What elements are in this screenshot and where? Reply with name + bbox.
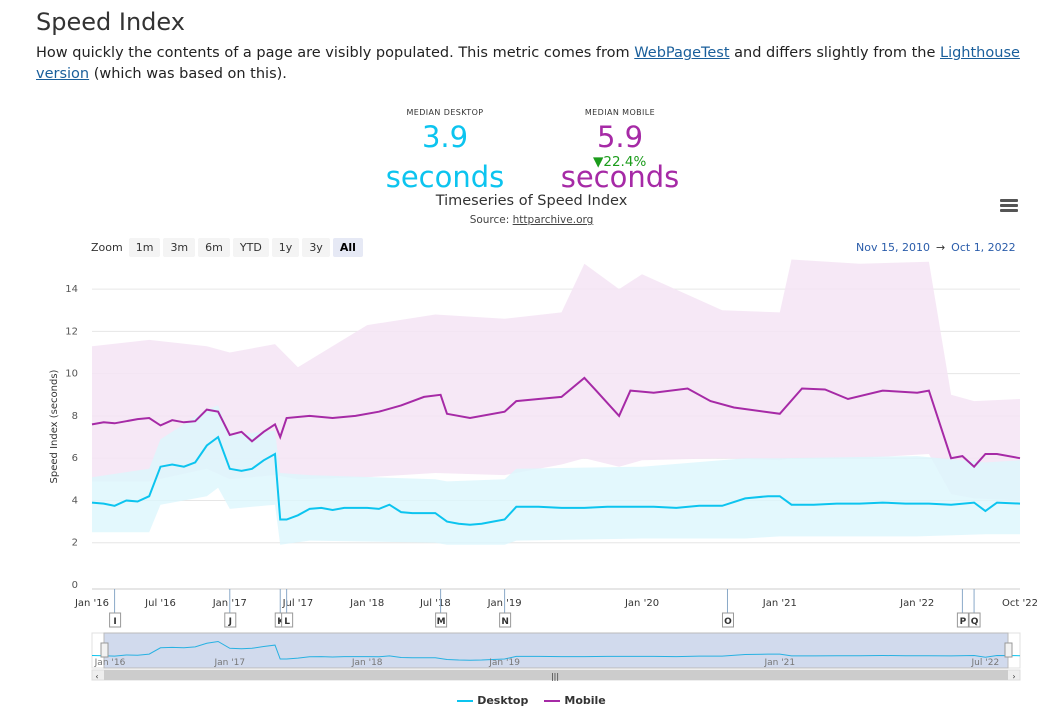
x-tick-label: Jan '22 [899,598,934,609]
x-tick-label: Jul '18 [419,598,451,609]
y-tick-label: 4 [72,495,78,506]
y-tick-label: 6 [72,453,78,464]
legend-item-mobile[interactable]: Mobile [544,694,606,707]
flag-label: I [113,617,116,627]
flag-label: O [724,617,732,627]
flag-label: J [228,617,232,627]
speed-index-chart: 0 2 4 6 8 10 12 14 Speed Index (seconds) Jan '16 J… [49,259,1038,681]
x-tick-label: Jan '21 [762,598,797,609]
y-tick-label: 12 [65,326,78,337]
flag-label: Q [971,617,979,627]
y-tick-label: 0 [72,580,78,591]
navigator-label: Jan '19 [488,658,520,668]
flag-label: P [960,617,967,627]
y-tick-label: 10 [65,369,78,380]
legend-label-mobile: Mobile [564,694,606,707]
x-tick-label: Jan '20 [624,598,659,609]
y-tick-label: 8 [72,411,78,422]
navigator-label: Jan '18 [351,658,383,668]
navigator-handle[interactable] [100,642,109,658]
scroll-right-icon: › [1012,672,1015,681]
y-tick-label: 14 [65,284,78,295]
flag-label: N [501,617,509,627]
legend-swatch-desktop [457,699,474,702]
x-tick-label: Jul '16 [144,598,176,609]
navigator-handle[interactable] [1004,642,1013,658]
scrollbar-grip-icon: ||| [551,672,559,681]
x-tick-label: Jan '18 [349,598,384,609]
y-tick-label: 2 [72,538,78,549]
x-tick-label: Oct '22 [1002,598,1038,609]
navigator-label: Jan '21 [763,658,795,668]
chart-legend: Desktop Mobile [0,694,1063,707]
navigator-label: Jan '17 [213,658,245,668]
legend-label-desktop: Desktop [477,694,529,707]
scroll-left-icon: ‹ [95,672,98,681]
flag-label: L [284,617,290,627]
navigator-label: Jan '16 [94,658,126,668]
legend-swatch-mobile [544,699,561,702]
x-tick-label: Jan '16 [74,598,109,609]
y-axis-label: Speed Index (seconds) [49,369,60,483]
legend-item-desktop[interactable]: Desktop [457,694,528,707]
flag-label: M [437,617,446,627]
navigator-label: Jul '22 [971,658,1000,668]
